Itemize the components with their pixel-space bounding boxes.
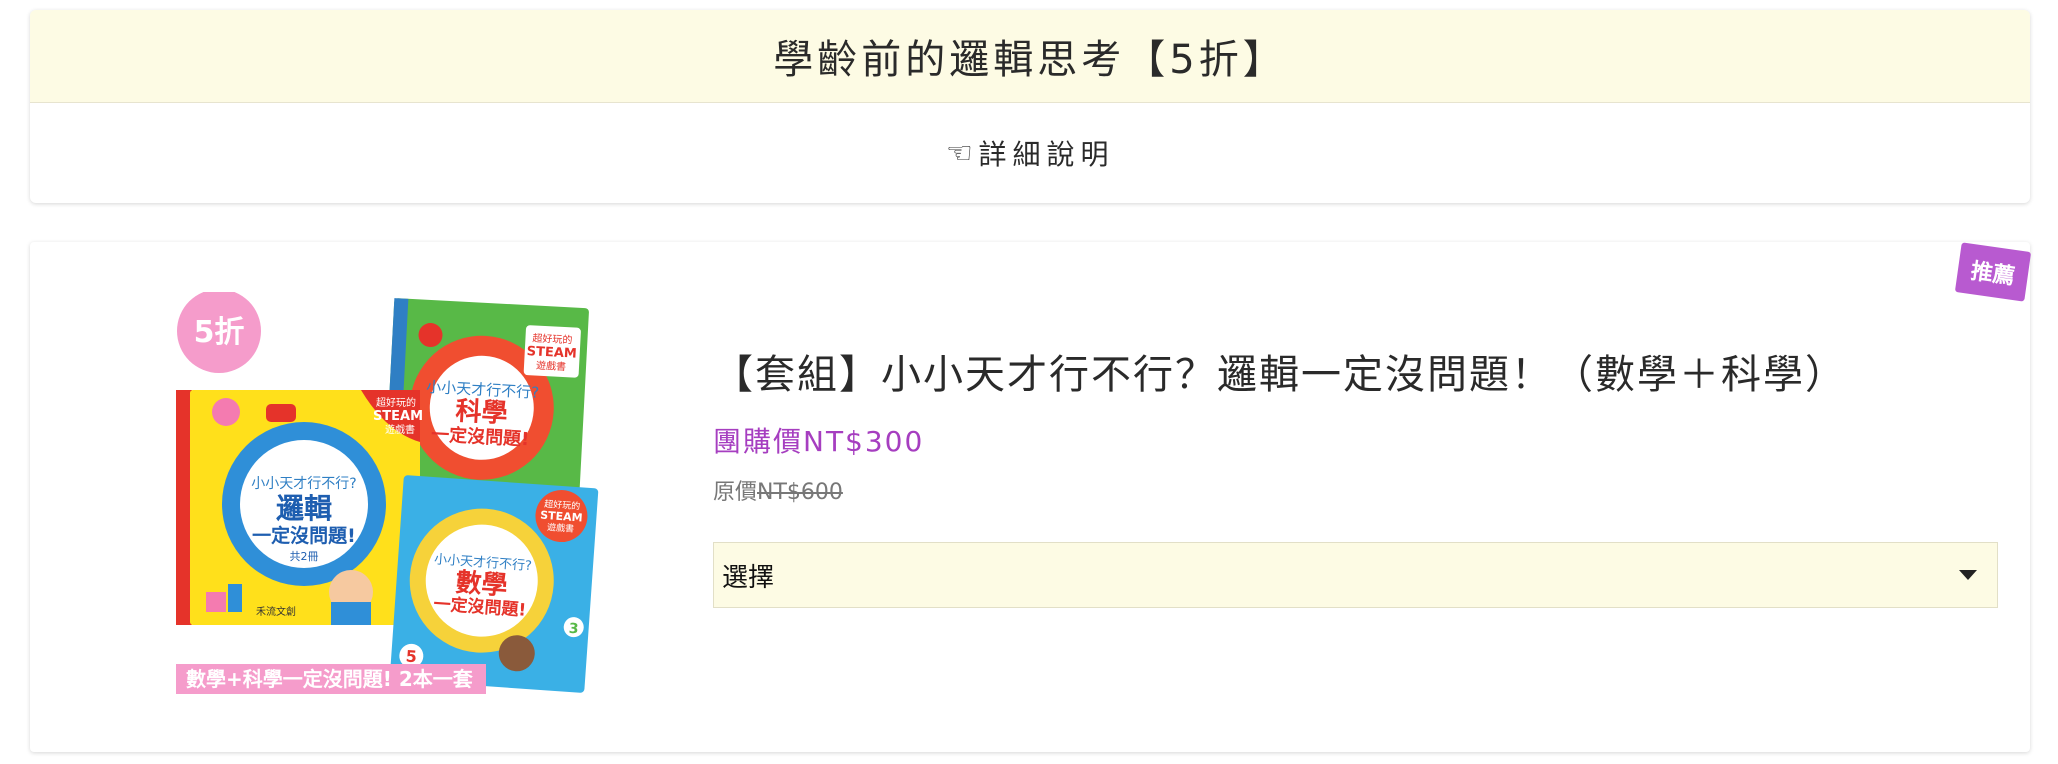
book1-steam-1: 超好玩的 <box>376 396 416 409</box>
discount-badge-text: 5折 <box>194 315 245 350</box>
book1-series: 小小天才行不行? <box>251 476 356 492</box>
product-card[interactable]: 推薦 小小天才行不行? 科學 一定沒問題! 超好玩的 STEAM 遊戲書 小小天… <box>30 242 2032 752</box>
book1-publisher: 禾流文創 <box>256 605 296 618</box>
category-card: 學齡前的邏輯思考【5折】 ☞ 詳細說明 <box>30 10 2030 203</box>
original-price-prefix: 原價 <box>713 480 758 505</box>
product-title[interactable]: 【套組】小小天才行不行？邏輯一定沒問題！（數學＋科學） <box>713 342 2013 400</box>
detail-label: 詳細說明 <box>978 138 1115 171</box>
book-logic: 小小天才行不行? 邏輯 一定沒問題! 共2冊 超好玩的 STEAM 遊戲書 禾流… <box>176 390 423 625</box>
discount-badge: 5折 <box>177 292 261 373</box>
book1-title: 邏輯 <box>276 492 332 525</box>
detail-link[interactable]: ☞ 詳細說明 <box>30 103 2030 203</box>
image-caption-text: 數學+科學一定沒問題! 2本一套 <box>186 667 473 691</box>
book1-subtitle: 一定沒問題! <box>252 524 356 547</box>
caret-down-icon <box>1959 570 1977 580</box>
option-select-value: 選擇 <box>722 562 775 593</box>
original-price: 原價NT$600 <box>713 474 2013 506</box>
book2-steam-2: STEAM <box>526 344 577 362</box>
product-info: 【套組】小小天才行不行？邏輯一定沒問題！（數學＋科學） 團購價NT$300 原價… <box>713 342 2013 608</box>
pointing-hand-icon: ☞ <box>945 135 973 171</box>
product-image[interactable]: 小小天才行不行? 科學 一定沒問題! 超好玩的 STEAM 遊戲書 小小天才行不… <box>176 292 636 702</box>
book1-steam-3: 遊戲書 <box>385 423 415 436</box>
group-price: 團購價NT$300 <box>713 425 925 458</box>
book1-steam-2: STEAM <box>373 409 423 424</box>
option-select[interactable]: 選擇 <box>713 542 1998 608</box>
book-math: 小小天才行不行? 數學 一定沒問題! 超好玩的 STEAM 遊戲書 5 3 <box>389 475 599 693</box>
recommended-ribbon: 推薦 <box>1954 242 2032 302</box>
svg-text:5: 5 <box>405 647 417 667</box>
image-caption: 數學+科學一定沒問題! 2本一套 <box>176 664 486 694</box>
category-title: 學齡前的邏輯思考【5折】 <box>773 37 1287 83</box>
svg-text:3: 3 <box>568 621 579 638</box>
page: 學齡前的邏輯思考【5折】 ☞ 詳細說明 推薦 小小天才行不行? 科學 一定沒問題… <box>0 0 2058 764</box>
category-header: 學齡前的邏輯思考【5折】 <box>30 10 2030 103</box>
book2-title: 科學 <box>455 396 509 429</box>
original-price-value: NT$600 <box>757 480 843 505</box>
book1-count: 共2冊 <box>290 550 319 563</box>
